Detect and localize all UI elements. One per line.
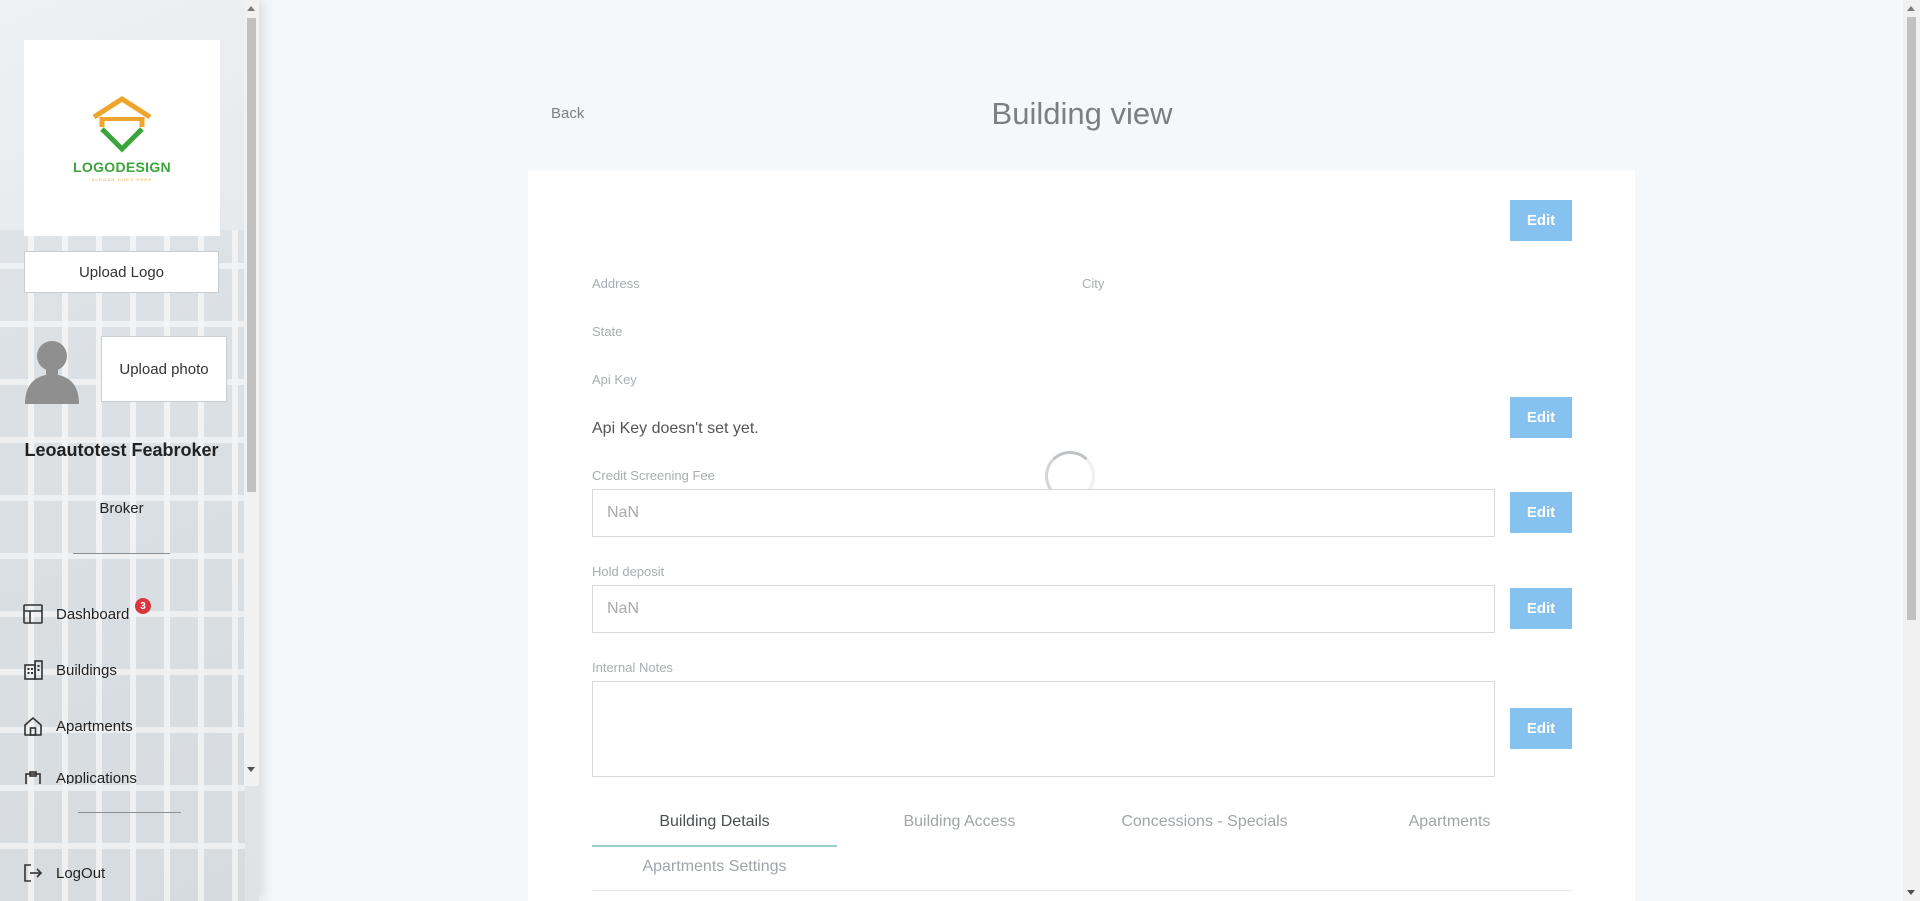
buildings-icon (24, 660, 43, 680)
api-key-label: Api Key (592, 372, 637, 387)
sidebar-scrollbar[interactable] (244, 0, 259, 786)
logo: LOGODESIGN SLOGAN GOES HERE (24, 40, 220, 236)
divider (78, 812, 181, 813)
logout-icon (24, 864, 43, 882)
scroll-down-arrow-icon[interactable] (247, 767, 255, 772)
scrollbar-thumb[interactable] (1907, 17, 1916, 620)
edit-location-button[interactable]: Edit (1510, 200, 1572, 241)
tab-concessions-specials[interactable]: Concessions - Specials (1082, 813, 1327, 831)
clipboard-icon (25, 771, 41, 784)
tab-apartments-settings[interactable]: Apartments Settings (592, 858, 837, 876)
tab-building-access[interactable]: Building Access (837, 813, 1082, 831)
nav-item-buildings[interactable]: Buildings (22, 658, 117, 682)
tab-apartments[interactable]: Apartments (1327, 813, 1572, 831)
nav-label: Dashboard (56, 605, 130, 623)
city-label: City (1082, 276, 1105, 291)
nav-label: Apartments (56, 717, 133, 735)
sidebar-background (0, 230, 245, 901)
credit-screening-fee-field[interactable]: NaN (592, 489, 1495, 537)
nav-item-apartments[interactable]: Apartments (22, 714, 133, 738)
logo-tagline: SLOGAN GOES HERE (91, 176, 153, 182)
logout-label: LogOut (56, 864, 106, 882)
state-label: State (592, 324, 623, 339)
scroll-up-arrow-icon[interactable] (247, 6, 255, 11)
hold-deposit-field[interactable]: NaN (592, 585, 1495, 633)
credit-screening-fee-label: Credit Screening Fee (592, 468, 715, 483)
back-link[interactable]: Back (551, 105, 584, 122)
home-icon (24, 717, 42, 736)
tab-building-details[interactable]: Building Details (592, 813, 837, 831)
logo-text: LOGODESIGN (73, 158, 171, 175)
user-role: Broker (99, 500, 144, 517)
nav-label: Applications (56, 770, 137, 784)
notification-badge: 3 (135, 598, 151, 614)
api-key-value: Api Key doesn't set yet. (592, 420, 759, 437)
nav-item-dashboard[interactable]: Dashboard 3 (22, 598, 151, 626)
active-tab-indicator (592, 845, 837, 847)
avatar (25, 341, 79, 404)
nav-item-applications[interactable]: Applications (22, 770, 137, 784)
logout-button[interactable]: LogOut (22, 861, 105, 885)
edit-hold-deposit-button[interactable]: Edit (1510, 588, 1572, 629)
edit-internal-notes-button[interactable]: Edit (1510, 708, 1572, 749)
dashboard-icon (23, 604, 43, 624)
page-scrollbar[interactable] (1903, 0, 1920, 901)
nav-label: Buildings (56, 661, 117, 679)
internal-notes-field[interactable] (592, 681, 1495, 777)
scroll-up-arrow-icon[interactable] (1907, 6, 1915, 11)
edit-api-key-button[interactable]: Edit (1510, 397, 1572, 438)
sidebar: LOGODESIGN SLOGAN GOES HERE Upload Logo … (0, 0, 259, 901)
hold-deposit-label: Hold deposit (592, 564, 665, 579)
scrollbar-thumb[interactable] (247, 18, 256, 492)
internal-notes-label: Internal Notes (592, 660, 673, 675)
divider (73, 553, 170, 554)
logo-house-icon (92, 95, 152, 153)
edit-credit-screening-fee-button[interactable]: Edit (1510, 492, 1572, 533)
scroll-down-arrow-icon[interactable] (1907, 890, 1915, 895)
page-title: Building view (991, 96, 1173, 131)
upload-photo-button[interactable]: Upload photo (101, 336, 227, 402)
address-label: Address (592, 276, 640, 291)
upload-logo-button[interactable]: Upload Logo (24, 251, 219, 293)
divider (592, 890, 1572, 891)
user-name: Leoautotest Feabroker (24, 440, 219, 460)
